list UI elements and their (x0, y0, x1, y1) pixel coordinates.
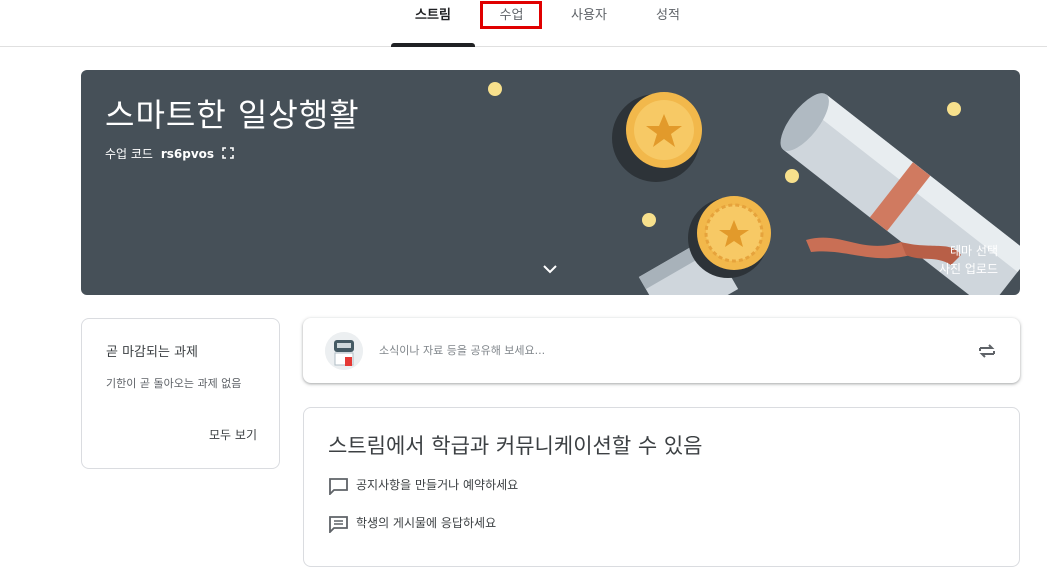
upcoming-card: 곧 마감되는 과제 기한이 곧 돌아오는 과제 없음 모두 보기 (81, 318, 280, 469)
chevron-down-icon[interactable] (541, 262, 559, 276)
active-tab-indicator (391, 43, 475, 47)
top-nav: 스트림 수업 사용자 성적 (0, 0, 1047, 47)
stream-info-card: 스트림에서 학급과 커뮤니케이션할 수 있음 공지사항을 만들거나 예약하세요 … (303, 407, 1020, 567)
announcement-icon (328, 477, 350, 496)
tab-people[interactable]: 사용자 (560, 0, 618, 46)
info-item-text: 공지사항을 만들거나 예약하세요 (356, 478, 519, 492)
info-item-announcement: 공지사항을 만들거나 예약하세요 (328, 476, 519, 496)
class-code: 수업 코드 rs6pvos (105, 145, 234, 162)
class-code-label: 수업 코드 (105, 147, 153, 161)
repost-icon[interactable] (976, 340, 998, 362)
fullscreen-icon[interactable] (222, 147, 234, 162)
classwork-tab-highlight (480, 1, 542, 29)
tab-grades[interactable]: 성적 (642, 0, 694, 46)
info-item-respond: 학생의 게시물에 응답하세요 (328, 514, 497, 534)
class-code-value: rs6pvos (160, 147, 215, 161)
class-banner: 스마트한 일상행활 수업 코드 rs6pvos 테마 선택 사진 업로드 (81, 70, 1020, 295)
select-theme-link[interactable]: 테마 선택 (939, 242, 998, 260)
info-item-text: 학생의 게시물에 응답하세요 (356, 516, 497, 530)
class-title: 스마트한 일상행활 (105, 96, 360, 134)
share-placeholder[interactable]: 소식이나 자료 등을 공유해 보세요... (379, 342, 545, 358)
tab-stream[interactable]: 스트림 (391, 0, 475, 46)
upcoming-title: 곧 마감되는 과제 (106, 345, 198, 360)
upload-photo-link[interactable]: 사진 업로드 (939, 260, 998, 278)
upcoming-empty-text: 기한이 곧 돌아오는 과제 없음 (106, 377, 242, 390)
comment-icon (328, 515, 350, 534)
view-all-link[interactable]: 모두 보기 (209, 426, 257, 443)
avatar (325, 332, 363, 370)
stream-info-title: 스트림에서 학급과 커뮤니케이션할 수 있음 (328, 434, 703, 458)
share-box[interactable]: 소식이나 자료 등을 공유해 보세요... (303, 318, 1020, 383)
